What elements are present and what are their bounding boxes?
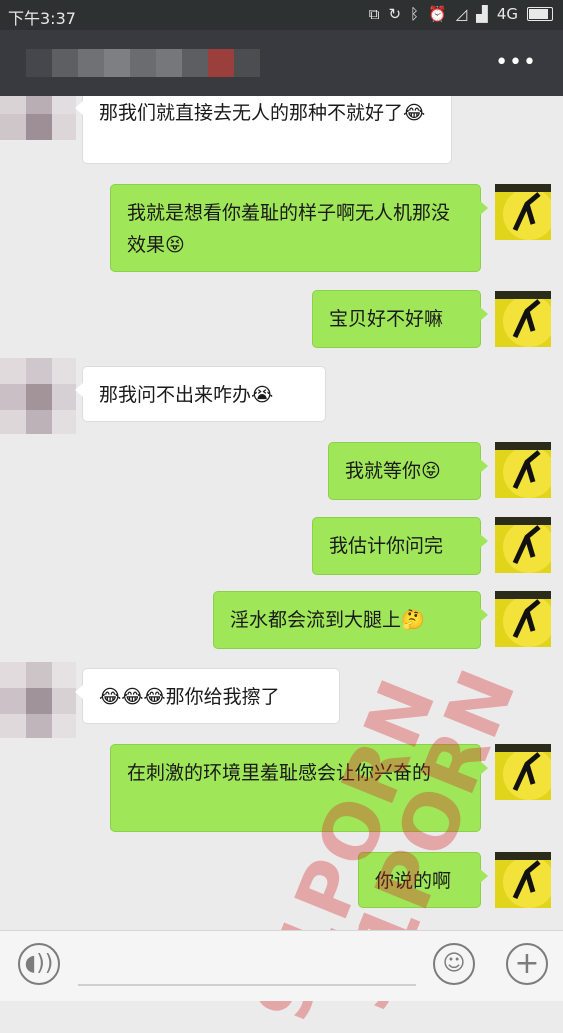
- contact-avatar[interactable]: [0, 358, 76, 434]
- avatar-figure-icon: [495, 442, 551, 498]
- wifi-off-icon: ◿: [455, 5, 468, 23]
- contact-avatar[interactable]: [0, 662, 76, 738]
- sync-icon: ↻: [388, 5, 402, 23]
- avatar-figure-icon: [495, 852, 551, 908]
- message-bubble[interactable]: 我就等你😝: [328, 442, 488, 500]
- avatar-figure-icon: [495, 517, 551, 573]
- signal-icon: ▟: [476, 5, 488, 23]
- message-input[interactable]: [78, 984, 416, 986]
- message-bubble[interactable]: 我就是想看你羞耻的样子啊无人机那没效果😝: [110, 184, 488, 272]
- message-bubble[interactable]: 淫水都会流到大腿上🤔: [213, 591, 488, 649]
- my-avatar[interactable]: [495, 442, 551, 498]
- status-time: 下午3:37: [8, 9, 76, 28]
- my-avatar[interactable]: [495, 591, 551, 647]
- my-avatar[interactable]: [495, 291, 551, 347]
- avatar-figure-icon: [495, 591, 551, 647]
- message-bubble[interactable]: 那我问不出来咋办😭: [75, 366, 326, 422]
- message-bubble[interactable]: 😂😂😂那你给我擦了: [75, 668, 340, 724]
- my-avatar[interactable]: [495, 852, 551, 908]
- voice-icon[interactable]: ◖)): [18, 943, 60, 985]
- alarm-icon: ⏰: [428, 5, 447, 23]
- network-type: 4G: [496, 5, 518, 23]
- copy-icon: ⧉: [368, 5, 380, 23]
- bluetooth-icon: ᛒ: [410, 5, 420, 23]
- contact-avatar[interactable]: [0, 96, 76, 164]
- battery-icon: [527, 7, 553, 21]
- avatar-figure-icon: [495, 291, 551, 347]
- my-avatar[interactable]: [495, 184, 551, 240]
- message-bubble[interactable]: 那我们就直接去无人的那种不就好了😂: [75, 96, 452, 164]
- message-bubble[interactable]: 我估计你问完: [312, 517, 488, 575]
- plus-icon[interactable]: +: [506, 943, 548, 985]
- message-bubble[interactable]: 宝贝好不好嘛: [312, 290, 488, 348]
- chat-title-bar: •••: [0, 30, 563, 96]
- my-avatar[interactable]: [495, 517, 551, 573]
- status-icons: ⧉ ↻ ᛒ ⏰ ◿ ▟ 4G: [369, 5, 553, 23]
- status-bar: 下午3:37 ⧉ ↻ ᛒ ⏰ ◿ ▟ 4G: [0, 0, 563, 30]
- emoji-icon[interactable]: ☺: [433, 943, 475, 985]
- avatar-figure-icon: [495, 184, 551, 240]
- more-options-button[interactable]: •••: [495, 50, 537, 75]
- chat-input-bar: ◖)) ☺ +: [0, 930, 563, 1001]
